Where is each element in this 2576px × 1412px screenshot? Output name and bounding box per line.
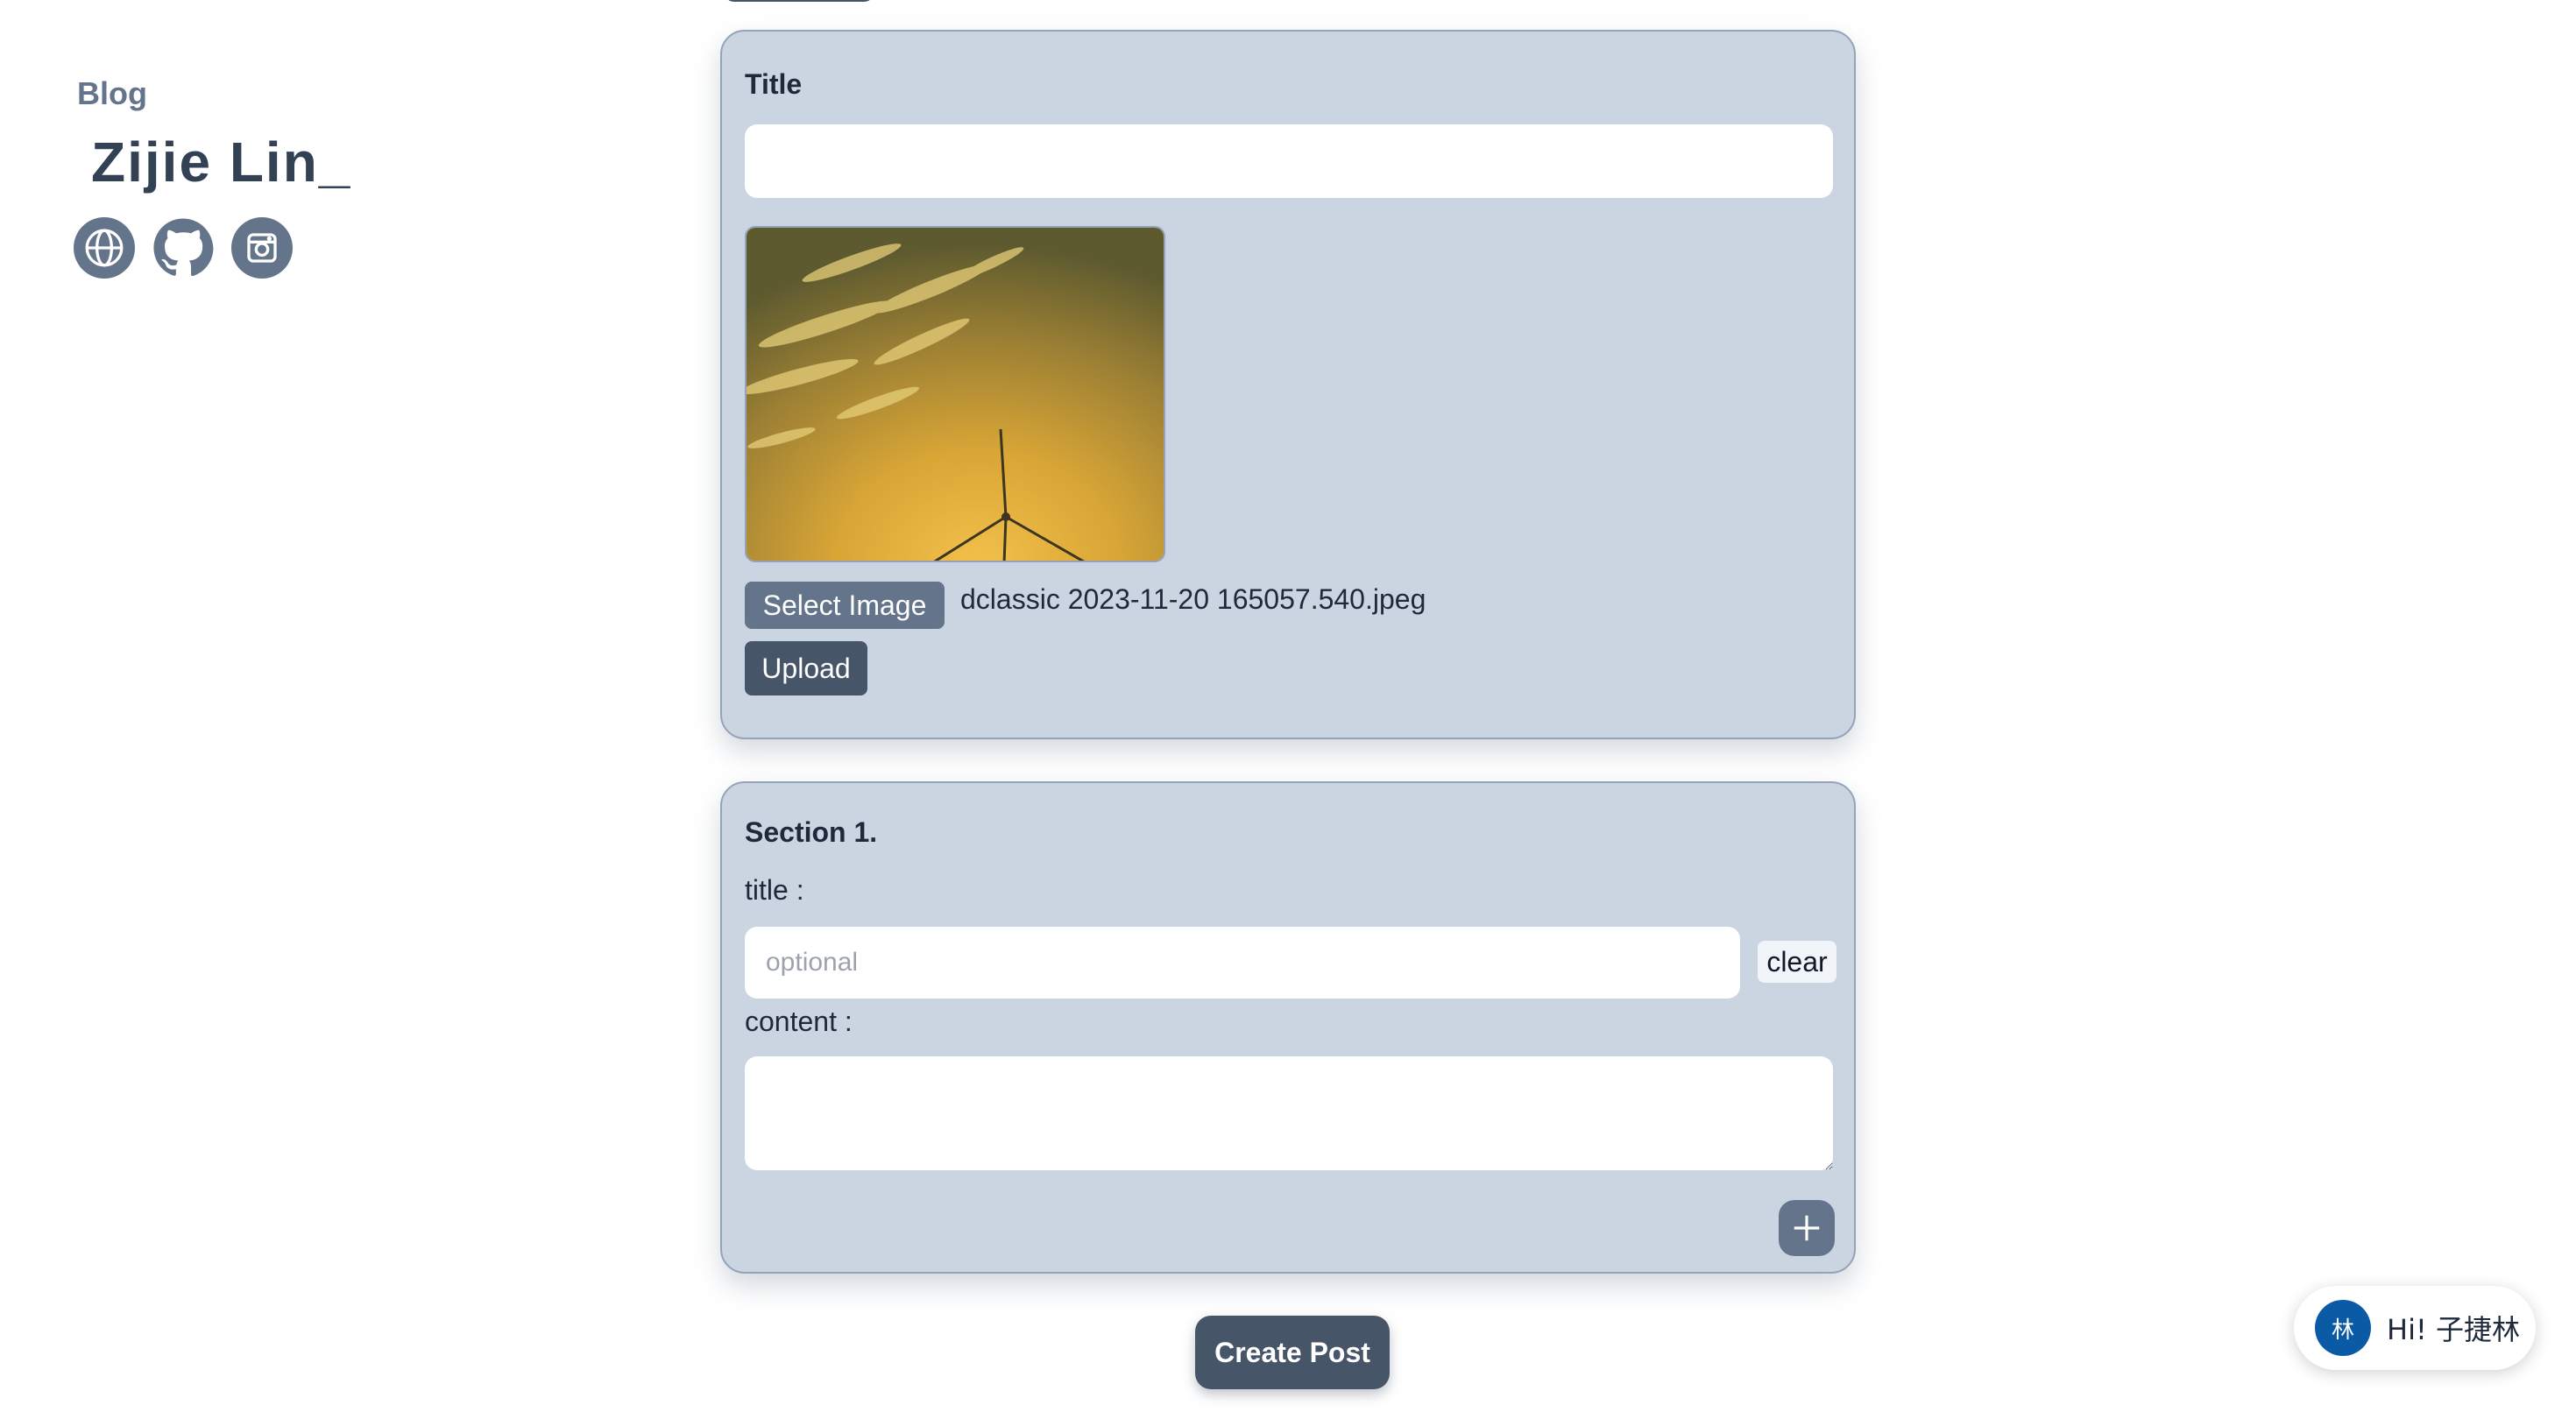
instagram-icon: [247, 233, 277, 263]
globe-icon: [85, 229, 124, 267]
content-label: content :: [745, 1006, 853, 1037]
cover-card: Title Select Image dclassic 2023-11-20 1…: [720, 30, 1856, 739]
instagram-link[interactable]: [231, 217, 293, 279]
website-link[interactable]: [74, 217, 135, 279]
section-heading: Section 1.: [745, 816, 878, 848]
author-name: Zijie Lin_: [91, 131, 352, 194]
post-title-input[interactable]: [745, 124, 1833, 198]
create-post-button[interactable]: Create Post: [1195, 1316, 1390, 1389]
chat-greeting: Hi! 子捷林: [2387, 1313, 2520, 1346]
selected-file-name: dclassic 2023-11-20 165057.540.jpeg: [960, 583, 1426, 615]
select-image-button[interactable]: Select Image: [745, 582, 945, 629]
cover-image-preview: [745, 226, 1165, 562]
section-card: Section 1. title : clear content :: [720, 781, 1856, 1274]
github-icon: [153, 218, 214, 277]
chat-avatar: 林: [2315, 1300, 2371, 1356]
top-partial-button[interactable]: [724, 0, 874, 2]
title-label: Title: [745, 68, 803, 100]
chat-widget[interactable]: 林 Hi! 子捷林: [2294, 1286, 2536, 1370]
section-content-textarea[interactable]: [745, 1056, 1833, 1170]
upload-button[interactable]: Upload: [745, 641, 867, 695]
section-title-label: title :: [745, 874, 804, 906]
plus-icon: [1794, 1215, 1820, 1241]
add-section-button[interactable]: [1779, 1200, 1835, 1256]
clear-button[interactable]: clear: [1758, 941, 1836, 983]
github-link[interactable]: [152, 217, 214, 279]
section-title-input[interactable]: [745, 927, 1740, 999]
sidebar-blog-label: Blog: [77, 75, 147, 111]
